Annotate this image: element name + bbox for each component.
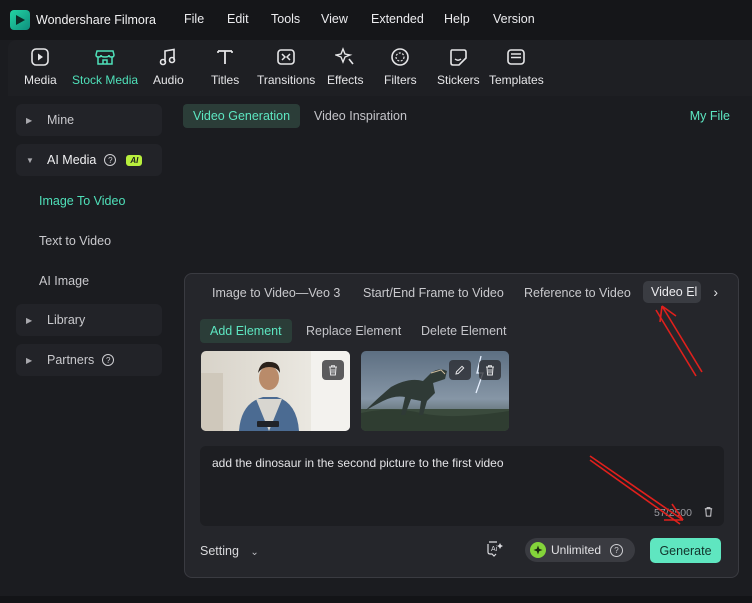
clear-prompt-button[interactable] — [703, 506, 714, 520]
toolbar-media-label: Media — [24, 73, 57, 87]
sidebar-item-ai-media-label: AI Media — [47, 153, 97, 167]
stickers-icon — [447, 46, 469, 68]
ai-prompt-icon: Ai — [487, 541, 503, 557]
toolbar-stock-media[interactable]: Stock Media — [72, 46, 138, 87]
caret-right-icon: ▶ — [26, 315, 33, 325]
ai-badge: AI — [126, 154, 143, 166]
toolbar-titles-label: Titles — [211, 73, 240, 87]
generate-button[interactable]: Generate — [650, 538, 721, 563]
tab-video-inspiration[interactable]: Video Inspiration — [304, 104, 417, 128]
toolbar-stickers-label: Stickers — [437, 73, 480, 87]
delete-thumbnail-button[interactable] — [479, 360, 501, 380]
sidebar-item-partners[interactable]: ▶ Partners ? — [16, 344, 162, 376]
sidebar-item-partners-label: Partners — [47, 353, 95, 367]
credits-label: Unlimited — [551, 543, 602, 557]
tab-reference-to-video[interactable]: Reference to Video — [524, 286, 631, 300]
menu-help[interactable]: Help — [444, 12, 470, 26]
ai-prompt-button[interactable]: Ai — [485, 540, 505, 558]
toolbar-templates[interactable]: Templates — [489, 46, 544, 87]
credits-badge[interactable]: Unlimited ? — [525, 538, 635, 562]
filters-icon — [389, 46, 411, 68]
effects-icon — [334, 46, 356, 68]
help-icon[interactable]: ? — [610, 543, 624, 557]
left-sidebar: ▶ Mine ▼ AI Media ? AI Image To Video Te… — [8, 96, 166, 596]
toolbar-effects-label: Effects — [327, 73, 364, 87]
setting-dropdown[interactable]: Setting ⌄ — [200, 544, 259, 558]
element-thumbnail-dinosaur[interactable] — [361, 351, 509, 431]
menu-edit[interactable]: Edit — [227, 12, 249, 26]
chevron-down-icon: ⌄ — [250, 547, 259, 558]
main-toolbar: Media Stock Media Audio Titles Transitio… — [8, 40, 752, 96]
generation-panel: Image to Video—Veo 3 Start/End Frame to … — [184, 273, 739, 578]
sidebar-item-image-to-video[interactable]: Image To Video — [39, 194, 125, 208]
help-icon[interactable]: ? — [104, 154, 117, 166]
stock-media-icon — [94, 46, 116, 68]
sidebar-item-ai-media[interactable]: ▼ AI Media ? AI — [16, 144, 162, 176]
caret-right-icon: ▶ — [26, 355, 33, 365]
trash-icon — [329, 365, 337, 376]
menu-tools[interactable]: Tools — [271, 12, 300, 26]
sidebar-item-library[interactable]: ▶ Library — [16, 304, 162, 336]
sidebar-item-mine-label: Mine — [47, 113, 75, 127]
sidebar-item-text-to-video[interactable]: Text to Video — [39, 234, 111, 248]
sidebar-item-library-label: Library — [47, 313, 86, 327]
credits-icon — [530, 542, 546, 558]
toolbar-templates-label: Templates — [489, 73, 544, 87]
toolbar-media[interactable]: Media — [24, 46, 57, 87]
filmora-logo-icon — [10, 10, 30, 30]
toolbar-stock-media-label: Stock Media — [72, 73, 139, 87]
chevron-right-icon[interactable]: › — [713, 284, 718, 300]
delete-element-tab[interactable]: Delete Element — [411, 319, 516, 343]
title-bar: Wondershare Filmora File Edit Tools View… — [0, 0, 752, 40]
toolbar-transitions[interactable]: Transitions — [257, 46, 315, 87]
toolbar-transitions-label: Transitions — [257, 73, 316, 87]
char-counter: 57/2500 — [654, 507, 692, 519]
toolbar-filters[interactable]: Filters — [384, 46, 417, 87]
my-file-link[interactable]: My File — [690, 109, 730, 123]
tab-image-to-video-veo3[interactable]: Image to Video—Veo 3 — [212, 286, 340, 300]
menu-file[interactable]: File — [184, 12, 204, 26]
templates-icon — [505, 46, 527, 68]
toolbar-filters-label: Filters — [384, 73, 417, 87]
toolbar-audio-label: Audio — [153, 73, 184, 87]
trash-icon — [704, 507, 713, 517]
setting-label: Setting — [200, 544, 239, 558]
audio-icon — [157, 46, 179, 68]
delete-thumbnail-button[interactable] — [322, 360, 344, 380]
caret-right-icon: ▶ — [26, 115, 33, 125]
media-icon — [29, 46, 51, 68]
trash-icon — [486, 365, 494, 376]
caret-down-icon: ▼ — [26, 155, 34, 165]
transitions-icon — [275, 46, 297, 68]
toolbar-stickers[interactable]: Stickers — [437, 46, 480, 87]
tab-video-elements[interactable]: Video El — [643, 281, 701, 303]
toolbar-titles[interactable]: Titles — [211, 46, 239, 87]
edit-thumbnail-button[interactable] — [449, 360, 471, 380]
tab-start-end-frame[interactable]: Start/End Frame to Video — [363, 286, 504, 300]
prompt-text: add the dinosaur in the second picture t… — [212, 456, 504, 470]
menu-version[interactable]: Version — [493, 12, 535, 26]
menu-view[interactable]: View — [321, 12, 348, 26]
bottom-strip — [0, 596, 752, 603]
titles-icon — [214, 46, 236, 68]
add-element-tab[interactable]: Add Element — [200, 319, 292, 343]
toolbar-audio[interactable]: Audio — [153, 46, 184, 87]
pencil-icon — [455, 365, 465, 375]
svg-text:Ai: Ai — [491, 546, 498, 553]
menu-extended[interactable]: Extended — [371, 12, 424, 26]
element-thumbnail-person[interactable] — [201, 351, 350, 431]
help-icon[interactable]: ? — [102, 354, 115, 366]
replace-element-tab[interactable]: Replace Element — [296, 319, 411, 343]
app-title: Wondershare Filmora — [36, 13, 156, 27]
tab-video-generation[interactable]: Video Generation — [183, 104, 301, 128]
toolbar-effects[interactable]: Effects — [327, 46, 363, 87]
prompt-textarea[interactable]: add the dinosaur in the second picture t… — [200, 446, 724, 526]
sidebar-item-mine[interactable]: ▶ Mine — [16, 104, 162, 136]
sidebar-item-ai-image[interactable]: AI Image — [39, 274, 89, 288]
